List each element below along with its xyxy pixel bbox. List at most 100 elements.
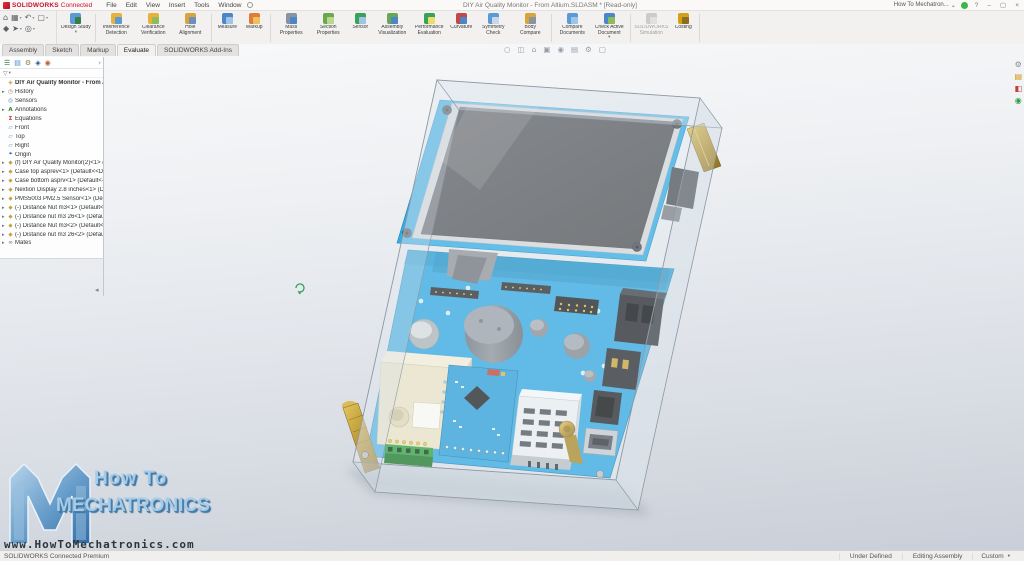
panel-overflow-arrow[interactable]: › xyxy=(98,59,101,67)
tree-item-label: Right xyxy=(15,143,29,149)
tree-item-label: (-) Distance Nut m3<1> (Default<-D xyxy=(15,205,103,211)
tree-item-label: Top xyxy=(15,134,25,140)
panel-tab-icon[interactable]: ◈ xyxy=(35,59,40,67)
tree-item-icon: ◆ xyxy=(7,232,14,238)
feature-tree-item[interactable]: ▸ A Annotations xyxy=(0,106,103,115)
panel-tab-icon[interactable]: ☰ xyxy=(4,59,10,67)
tree-item-icon: ◆ xyxy=(7,169,14,175)
status-constraint: Under Defined xyxy=(839,553,902,560)
feature-tree-item[interactable]: ▸ ◆ (-) Distance Nut m3<1> (Default<-D xyxy=(0,203,103,212)
graphics-viewport[interactable]: ○ ◫ ⌂ ▣ ◉ ▤ ⚙ ▢ ⚙ ▤ ◧ ◉ ☰ ▤ ⚙ ◈ ◉ › ▽ ▾ ▸ ◈ DIY Air Qu… xyxy=(0,44,1024,550)
tree-item-icon: ∞ xyxy=(7,240,14,246)
chevron-down-icon: ▾ xyxy=(1008,554,1010,559)
tree-item-icon: ◆ xyxy=(7,196,14,202)
view-tool-icon[interactable]: ▢ xyxy=(599,45,606,54)
feature-manager-panel: ☰ ▤ ⚙ ◈ ◉ › ▽ ▾ ▸ ◈ DIY Air Quality Monitor … xyxy=(0,57,104,259)
commandmanager-tab[interactable]: Evaluate xyxy=(117,44,156,56)
status-mode: Editing Assembly xyxy=(902,553,973,560)
tree-item-icon: A xyxy=(7,107,14,113)
view-tool-icon[interactable]: ◫ xyxy=(518,45,525,54)
view-tool-icon[interactable]: ▤ xyxy=(571,45,578,54)
status-edition: SOLIDWORKS Connected Premium xyxy=(4,553,109,560)
feature-tree-item[interactable]: ▸ ◷ History xyxy=(0,88,103,97)
feature-manager-tabs: ☰ ▤ ⚙ ◈ ◉ › xyxy=(0,57,103,69)
assembly-3d-model[interactable] xyxy=(0,0,1024,561)
view-tool-icon[interactable]: ◉ xyxy=(558,45,565,54)
tree-filter[interactable]: ▽ ▾ xyxy=(0,69,103,78)
commandmanager-tab[interactable]: SOLIDWORKS Add-Ins xyxy=(157,44,239,56)
tree-item-label: Front xyxy=(15,125,29,131)
feature-tree-item[interactable]: ▸ ◆ Case bottom asprv<1> (Default<-Def xyxy=(0,177,103,186)
view-tool-icon[interactable]: ▣ xyxy=(543,45,550,54)
tree-item-label: Mates xyxy=(15,240,31,246)
solidworks-window: SOLIDWORKS Connected FileEditViewInsertT… xyxy=(0,0,1024,561)
filter-icon: ▽ xyxy=(3,70,8,77)
tree-item-label: DIY Air Quality Monitor - From Altium (D xyxy=(15,80,103,86)
case-front-panel[interactable] xyxy=(353,80,722,510)
tree-item-icon: ◆ xyxy=(7,187,14,193)
tree-item-icon: ▱ xyxy=(7,134,14,140)
assembly-icon: ◈ xyxy=(7,80,14,86)
feature-tree-item[interactable]: ▸ ◆ Case top asprev<1> (Default<<Defa xyxy=(0,168,103,177)
feature-tree-item[interactable]: ▸ ◆ (-) Distance nut m3 26<1> (Default< xyxy=(0,212,103,221)
task-pane-icon[interactable]: ▤ xyxy=(1014,72,1022,81)
tree-item-label: Nextion Display 2.8 inches<1> (Defa xyxy=(15,187,103,193)
commandmanager-tab[interactable]: Sketch xyxy=(45,44,79,56)
feature-tree-item[interactable]: ▸ ▱ Top xyxy=(0,132,103,141)
panel-collapse-arrow[interactable]: ◂ xyxy=(95,286,99,294)
tree-item-label: Case bottom asprv<1> (Default<-Def xyxy=(15,178,103,184)
tree-item-icon: ◎ xyxy=(7,98,14,104)
view-tool-icon[interactable]: ⚙ xyxy=(585,45,592,54)
tree-item-icon: ⌖ xyxy=(7,151,14,158)
rotate-hint-icon xyxy=(296,284,304,294)
tree-item-icon: ◆ xyxy=(7,160,14,166)
panel-tab-icon[interactable]: ◉ xyxy=(45,59,51,67)
feature-tree: ▸ ◈ DIY Air Quality Monitor - From Altiu… xyxy=(0,78,103,248)
tree-item-label: PMS5003 PM2.5 Sensor<1> (Default xyxy=(15,196,103,202)
panel-tab-icon[interactable]: ⚙ xyxy=(25,59,31,67)
task-pane-icon[interactable]: ⚙ xyxy=(1015,60,1022,69)
task-pane-icon[interactable]: ◧ xyxy=(1014,84,1022,93)
task-pane-tabs: ⚙ ▤ ◧ ◉ xyxy=(1014,60,1022,105)
feature-tree-item[interactable]: ▸ ◆ (-) Distance Nut m3<2> (Default<-D xyxy=(0,221,103,230)
tree-item-label: Equations xyxy=(15,116,42,122)
feature-tree-root[interactable]: ▸ ◈ DIY Air Quality Monitor - From Altiu… xyxy=(0,79,103,88)
tree-item-icon: ▱ xyxy=(7,143,14,149)
headsup-view-toolbar: ○ ◫ ⌂ ▣ ◉ ▤ ⚙ ▢ xyxy=(504,45,606,54)
status-bar: SOLIDWORKS Connected Premium Under Defin… xyxy=(0,550,1024,561)
tree-item-label: (-) Distance nut m3 26<2> (Default< xyxy=(15,232,103,238)
tree-item-icon: ◷ xyxy=(7,89,14,95)
view-tool-icon[interactable]: ○ xyxy=(504,45,511,54)
tree-item-icon: ◆ xyxy=(7,214,14,220)
feature-tree-item[interactable]: ▸ ◆ (f) DIY Air Quality Monitor(2)<1> (D… xyxy=(0,159,103,168)
feature-tree-item[interactable]: ▸ ▱ Right xyxy=(0,141,103,150)
tree-item-label: History xyxy=(15,89,34,95)
feature-tree-item[interactable]: ▸ ◆ PMS5003 PM2.5 Sensor<1> (Default xyxy=(0,195,103,204)
view-tool-icon[interactable]: ⌂ xyxy=(532,45,537,54)
tree-item-icon: ◆ xyxy=(7,223,14,229)
feature-tree-item[interactable]: ▸ Σ Equations xyxy=(0,115,103,124)
commandmanager-tabs: AssemblySketchMarkupEvaluateSOLIDWORKS A… xyxy=(2,44,239,56)
tree-item-icon: ◆ xyxy=(7,205,14,211)
panel-tab-icon[interactable]: ▤ xyxy=(14,59,21,67)
tree-item-icon: ▱ xyxy=(7,125,14,131)
tree-item-label: Case top asprev<1> (Default<<Defa xyxy=(15,169,103,175)
tree-item-label: (f) DIY Air Quality Monitor(2)<1> (Df xyxy=(15,160,103,166)
config-selector[interactable]: Custom ▾ xyxy=(972,553,1018,560)
feature-tree-item[interactable]: ▸ ▱ Front xyxy=(0,123,103,132)
feature-tree-item[interactable]: ▸ ◆ (-) Distance nut m3 26<2> (Default< xyxy=(0,230,103,239)
feature-tree-item[interactable]: ▸ ∞ Mates xyxy=(0,239,103,248)
tree-item-icon: Σ xyxy=(7,116,14,122)
tree-item-label: Origin xyxy=(15,152,31,158)
tree-item-label: (-) Distance Nut m3<2> (Default<-D xyxy=(15,223,103,229)
feature-tree-item[interactable]: ▸ ◆ Nextion Display 2.8 inches<1> (Defa xyxy=(0,186,103,195)
feature-tree-item[interactable]: ▸ ◎ Sensors xyxy=(0,97,103,106)
tree-item-icon: ◆ xyxy=(7,178,14,184)
feature-tree-item[interactable]: ▸ ⌖ Origin xyxy=(0,150,103,159)
config-value: Custom xyxy=(981,553,1003,560)
commandmanager-tab[interactable]: Markup xyxy=(80,44,116,56)
task-pane-icon[interactable]: ◉ xyxy=(1015,96,1022,105)
tree-item-label: Sensors xyxy=(15,98,37,104)
commandmanager-tab[interactable]: Assembly xyxy=(2,44,44,56)
tree-item-label: Annotations xyxy=(15,107,47,113)
